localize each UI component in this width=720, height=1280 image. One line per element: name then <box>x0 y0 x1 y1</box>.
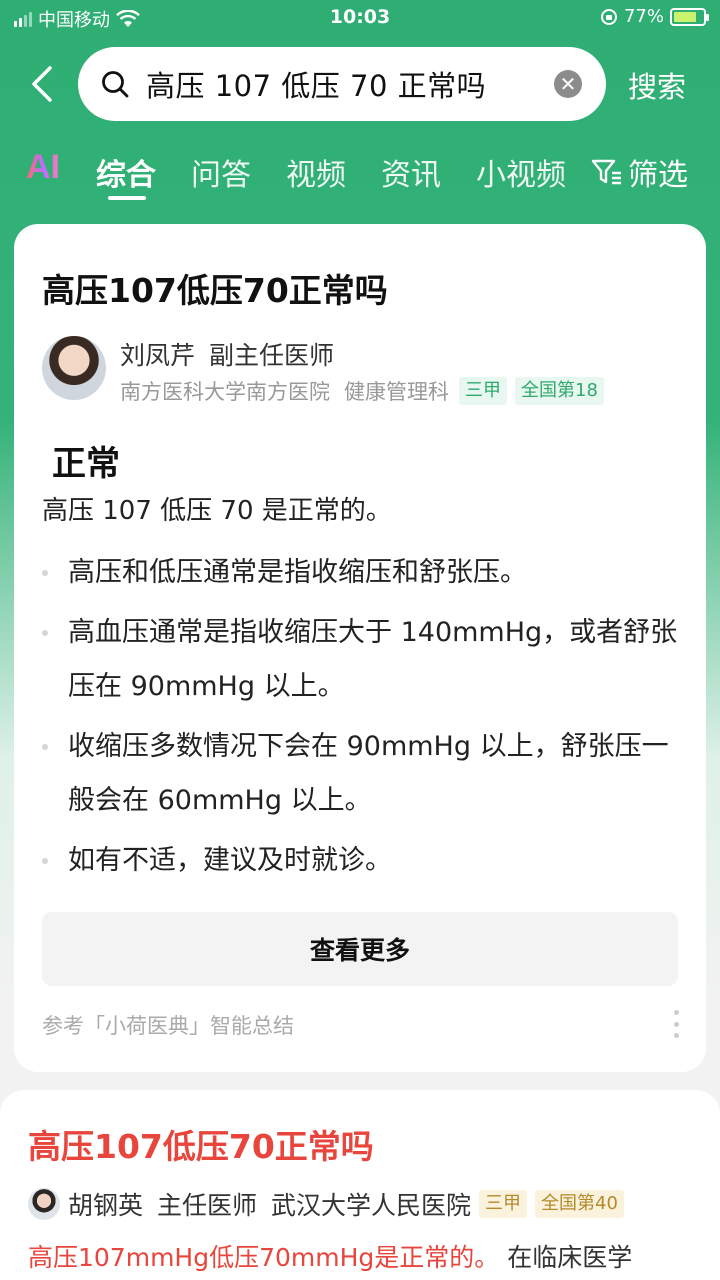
bullet-item: 如有不适，建议及时就诊。 <box>42 834 682 888</box>
result-title[interactable]: 高压107低压70正常吗 <box>28 1120 374 1168</box>
more-options-icon[interactable] <box>674 1010 680 1038</box>
filter-button[interactable]: 筛选 <box>590 150 688 194</box>
result-card[interactable]: 高压107低压70正常吗 胡钢英 主任医师 武汉大学人民医院 三甲 全国第40 … <box>0 1090 720 1280</box>
reference-note: 参考「小荷医典」智能总结 <box>42 1014 294 1038</box>
doctor-name: 刘凤芹 <box>120 341 196 370</box>
filter-icon <box>591 159 621 185</box>
search-button[interactable]: 搜索 <box>628 64 686 106</box>
tab-video[interactable]: 视频 <box>286 150 346 194</box>
answer-headline: 正常 <box>42 436 130 485</box>
ai-answer-card: 高压107低压70正常吗 刘凤芹 副主任医师 南方医科大学南方医院 健康管理科 三… <box>14 224 706 1072</box>
bullet-item: 高血压通常是指收缩压大于 140mmHg，或者舒张压在 90mmHg 以上。 <box>42 606 682 714</box>
answer-bullet-list: 高压和低压通常是指收缩压和舒张压。 高血压通常是指收缩压大于 140mmHg，或… <box>42 546 682 894</box>
view-more-button[interactable]: 查看更多 <box>42 912 678 986</box>
hospital-level-badge: 三甲 <box>459 377 507 405</box>
search-bar[interactable]: 高压 107 低压 70 正常吗 ✕ <box>78 47 606 121</box>
active-tab-indicator <box>108 196 146 200</box>
battery-fill <box>674 11 696 22</box>
doctor-hospital: 南方医科大学南方医院 <box>120 380 330 404</box>
status-right: 77% <box>600 6 709 27</box>
hospital-level-badge: 三甲 <box>479 1190 528 1218</box>
doctor-hospital: 武汉大学人民医院 <box>271 1191 472 1220</box>
snippet-highlight: 高压107mmHg低压70mmHg是正常的。 <box>28 1243 500 1272</box>
tab-news[interactable]: 资讯 <box>381 150 441 194</box>
battery-percent: 77% <box>623 6 664 27</box>
snippet-text: 在临床医学 <box>499 1243 633 1272</box>
doctor-info-row: 胡钢英 主任医师 武汉大学人民医院 三甲 全国第40 <box>68 1186 624 1222</box>
tab-qa[interactable]: 问答 <box>191 150 251 194</box>
card-title[interactable]: 高压107低压70正常吗 <box>42 264 388 312</box>
status-bar: 中国移动 10:03 77% <box>0 0 720 36</box>
tab-short-video[interactable]: 小视频 <box>476 150 566 194</box>
doctor-name-row[interactable]: 刘凤芹 副主任医师 <box>120 336 334 372</box>
doctor-avatar[interactable] <box>42 336 106 400</box>
doctor-title: 副主任医师 <box>209 341 335 370</box>
doctor-dept: 健康管理科 <box>344 380 449 404</box>
ranking-badge: 全国第40 <box>535 1190 624 1218</box>
ranking-badge: 全国第18 <box>515 377 604 405</box>
result-snippet: 高压107mmHg低压70mmHg是正常的。 在临床医学 <box>28 1238 632 1274</box>
tab-comprehensive[interactable]: 综合 <box>96 150 156 194</box>
search-input[interactable]: 高压 107 低压 70 正常吗 <box>146 63 554 105</box>
clear-search-icon[interactable]: ✕ <box>554 70 582 98</box>
answer-headline-text: 正常 <box>52 444 120 484</box>
answer-summary: 高压 107 低压 70 是正常的。 <box>42 496 392 526</box>
bullet-item: 收缩压多数情况下会在 90mmHg 以上，舒张压一般会在 60mmHg 以上。 <box>42 720 682 828</box>
orientation-lock-icon <box>600 8 617 25</box>
filter-label: 筛选 <box>628 158 688 193</box>
battery-icon <box>670 7 709 26</box>
doctor-name: 胡钢英 <box>68 1191 144 1220</box>
doctor-hospital-row: 南方医科大学南方医院 健康管理科 三甲 全国第18 <box>120 376 604 406</box>
search-icon <box>102 71 129 98</box>
bullet-item: 高压和低压通常是指收缩压和舒张压。 <box>42 546 682 600</box>
back-arrow-icon[interactable] <box>24 60 64 108</box>
doctor-title: 主任医师 <box>157 1191 258 1220</box>
doctor-avatar[interactable] <box>28 1188 60 1220</box>
